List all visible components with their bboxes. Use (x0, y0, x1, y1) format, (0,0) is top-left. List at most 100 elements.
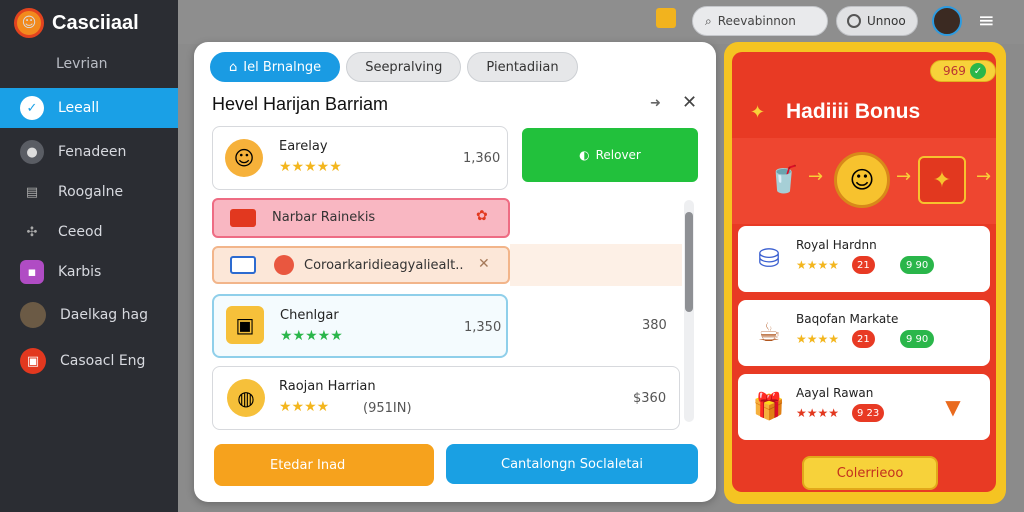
search-button[interactable]: ⌕ Reevabinnon (692, 6, 828, 36)
row-label: Coroarkaridieagyaliealt.. (304, 258, 464, 273)
gift-icon: 🎁 (752, 392, 786, 422)
hamburger-menu-icon[interactable]: ≡ (978, 10, 1000, 30)
arrow-icon[interactable]: ➜ (650, 96, 661, 111)
bowl-icon: ☕ (757, 318, 781, 348)
sidebar-item-label: Leeall (58, 100, 100, 116)
bonus-item-name: Aayal Rawan (796, 386, 874, 400)
item-name: Earelay (279, 139, 328, 154)
tab-label: Pientadiian (486, 59, 559, 75)
red-gift-icon: ▣ (20, 348, 46, 374)
renew-button[interactable]: ◐ Relover (522, 128, 698, 182)
arrow-icon: → (976, 166, 992, 187)
gift-box-icon: ✦ (918, 156, 966, 204)
undo-icon (847, 14, 861, 28)
list-item[interactable]: Coroarkaridieagyaliealt.. ✕ (212, 246, 510, 284)
user-avatar[interactable] (932, 6, 962, 36)
bonus-flow: 🥤 → ☺ → ✦ → (732, 138, 996, 224)
renew-label: Relover (595, 148, 641, 162)
bonus-inner: 969 ✓ ✦ Hadiiii Bonus 🥤 → ☺ → ✦ → ⛁ Roya… (732, 52, 996, 492)
close-icon[interactable]: ✕ (682, 92, 697, 113)
item-note: (951IN) (363, 401, 412, 416)
sidebar-item-leeall[interactable]: ✓ Leeall (0, 88, 178, 128)
list-item[interactable]: Narbar Rainekis ✿ (212, 198, 510, 238)
refresh-icon: ◐ (579, 148, 590, 162)
character-icon: ☺ (834, 152, 890, 208)
tab-label: Iel Brnalnge (243, 59, 322, 75)
cup-icon: ▼ (945, 395, 961, 419)
box-icon[interactable] (656, 8, 676, 28)
bonus-item[interactable]: 🎁 Aayal Rawan ★★★★ 9 23 ▼ (738, 374, 990, 440)
rating-stars: ★★★★ (796, 258, 840, 272)
brand[interactable]: ☺ Casciiaal (0, 0, 178, 46)
list-item[interactable]: ▣ Chenlgar ★★★★★ 1,350 (212, 294, 508, 358)
sidebar-item-roogalne[interactable]: ▤ Roogalne (0, 172, 178, 212)
bonus-item-name: Royal Hardnn (796, 238, 877, 252)
chat-icon: ● (20, 140, 44, 164)
main-panel: ⌂ Iel Brnalnge Seepralving Pientadiian H… (194, 42, 716, 502)
bonus-title: Hadiiii Bonus (786, 100, 921, 123)
sidebar-item-label: Karbis (58, 264, 102, 280)
badge-red: 9 23 (852, 404, 885, 422)
bonus-item[interactable]: ⛁ Royal Hardnn ★★★★ 21 9 90 (738, 226, 990, 292)
rating-stars: ★★★★★ (279, 159, 342, 175)
continue-button[interactable]: Cantalongn Soclaletai (446, 444, 698, 484)
bonus-item-name: Baqofan Markate (796, 312, 899, 326)
globe-icon: ◍ (227, 379, 265, 417)
search-icon: ⌕ (705, 13, 712, 28)
mail-icon (230, 256, 256, 274)
coin-count: 969 (943, 64, 966, 78)
sidebar-item-daelkag[interactable]: Daelkag hag (0, 292, 178, 338)
chest-icon: ▤ (25, 184, 39, 200)
jar-icon: ⛁ (758, 244, 780, 274)
coin-badge: 969 ✓ (930, 60, 996, 82)
brand-name: Casciiaal (52, 11, 139, 34)
rating-stars: ★★★★ (279, 399, 330, 415)
check-icon: ✓ (969, 63, 986, 79)
chat-bubble-icon: ✓ (20, 96, 44, 120)
sidebar-item-karbis[interactable]: ▪ Karbis (0, 252, 178, 292)
sidebar-item-fenadeen[interactable]: ● Fenadeen (0, 132, 178, 172)
sidebar-item-casoacl[interactable]: ▣ Casoacl Eng (0, 338, 178, 384)
sidebar-subtitle: Levrian (56, 56, 108, 72)
badge-green: 9 90 (900, 256, 935, 274)
purple-box-icon: ▪ (20, 260, 44, 284)
search-label: Reevabinnon (717, 14, 796, 28)
item-value: 1,350 (464, 320, 502, 335)
sidebar-item-label: Daelkag hag (60, 307, 148, 323)
collect-button[interactable]: Colerrieoo (802, 456, 938, 490)
sidebar-item-label: Fenadeen (58, 144, 127, 160)
tab-pientadiian[interactable]: Pientadiian (467, 52, 578, 82)
undo-label: Unnoo (867, 14, 906, 28)
tab-bar: ⌂ Iel Brnalnge Seepralving Pientadiian (210, 52, 578, 82)
undo-button[interactable]: Unnoo (836, 6, 918, 36)
item-name: Raojan Harrian (279, 379, 376, 394)
tab-seepralving[interactable]: Seepralving (346, 52, 462, 82)
bonus-item[interactable]: ☕ Baqofan Markate ★★★★ 21 9 90 (738, 300, 990, 366)
home-icon: ⌂ (229, 59, 238, 75)
list-item[interactable]: ☺ Earelay ★★★★★ 1,360 (212, 126, 508, 190)
tab-label: Seepralving (365, 59, 443, 75)
chest-icon: ▣ (226, 306, 264, 344)
item-extra: 380 (642, 318, 667, 333)
sidebar-item-ceeod[interactable]: ✣ Ceeod (0, 212, 178, 252)
sparkle-icon: ✦ (750, 102, 766, 123)
rating-stars: ★★★★ (796, 406, 840, 420)
item-value: $360 (633, 391, 667, 406)
scrollbar[interactable] (684, 200, 694, 422)
item-value: 1,360 (463, 151, 501, 166)
scroll-thumb[interactable] (685, 212, 693, 312)
sidebar-item-label: Roogalne (58, 184, 124, 200)
list-item[interactable]: ◍ Raojan Harrian ★★★★ (951IN) $360 (212, 366, 680, 430)
edit-button[interactable]: Etedar Inad (214, 444, 434, 486)
arrow-icon: → (896, 166, 912, 187)
rating-stars: ★★★★★ (280, 328, 343, 344)
item-name: Chenlgar (280, 308, 339, 323)
close-icon[interactable]: ✕ (478, 256, 490, 272)
sidebar-item-label: Ceeod (58, 224, 103, 240)
row-label: Narbar Rainekis (272, 210, 376, 225)
tab-brnalnge[interactable]: ⌂ Iel Brnalnge (210, 52, 341, 82)
avatar-icon (274, 255, 294, 275)
drink-icon: 🥤 (767, 165, 801, 195)
gear-icon[interactable]: ✿ (476, 208, 488, 224)
rating-stars: ★★★★ (796, 332, 840, 346)
